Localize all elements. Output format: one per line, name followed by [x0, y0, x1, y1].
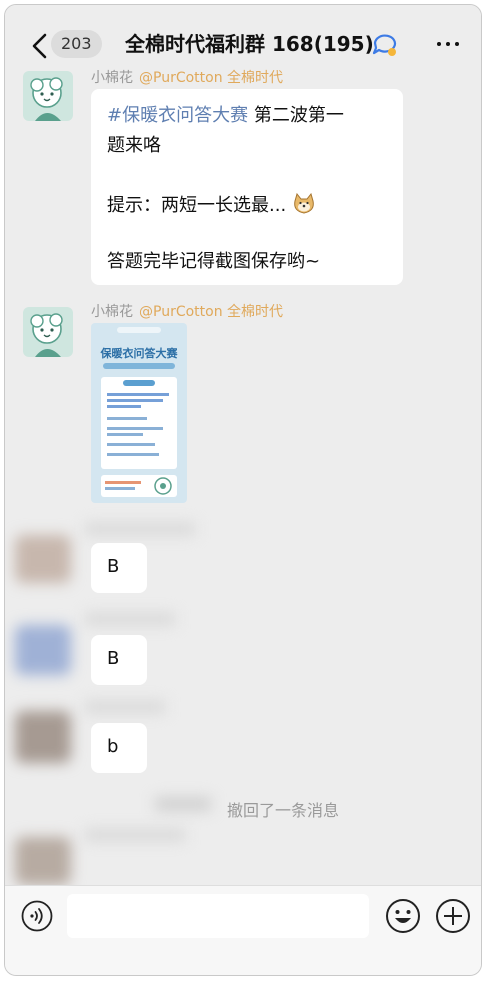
avatar[interactable]: [23, 71, 73, 121]
sender-label: 小棉花: [91, 304, 133, 320]
sender-name: [85, 523, 195, 535]
avatar[interactable]: [15, 711, 71, 763]
avatar[interactable]: [15, 837, 71, 885]
poster-graphic: [101, 327, 177, 497]
unread-count-badge[interactable]: 203: [51, 30, 102, 58]
sender-handle: @PurCotton 全棉时代: [139, 304, 284, 320]
sender-handle: @PurCotton 全棉时代: [139, 70, 284, 86]
message-bubble[interactable]: #保暖衣问答大赛 第二波第一 题来咯 提示：两短一长选最... 答题完毕记得截图…: [91, 89, 403, 285]
back-arrow-icon[interactable]: [27, 31, 53, 61]
group-title: 全棉时代福利群 168(195): [125, 32, 374, 56]
message-text: 第二波第一: [248, 105, 344, 126]
quiz-poster-image[interactable]: 保暖衣问答大赛: [91, 323, 187, 503]
sender-name: 小棉花 @PurCotton 全棉时代: [91, 67, 283, 87]
message-text: 答题完毕记得截图保存哟~: [107, 251, 321, 272]
doge-emoji-icon: [294, 192, 314, 214]
avatar[interactable]: [15, 535, 71, 583]
hashtag-link[interactable]: #保暖衣问答大赛: [107, 105, 248, 126]
message-text: B: [107, 648, 120, 669]
sender-label: 小棉花: [91, 70, 133, 86]
sender-name: 小棉花 @PurCotton 全棉时代: [91, 301, 283, 321]
message-bubble[interactable]: B: [91, 543, 147, 593]
message-line: 提示：两短一长选最...: [107, 191, 316, 217]
voice-input-icon[interactable]: [21, 900, 53, 932]
message-text: b: [107, 736, 119, 757]
avatar[interactable]: [23, 307, 73, 357]
message-text: 题来咯: [107, 135, 161, 156]
message-bubble[interactable]: b: [91, 723, 147, 773]
message-text: 提示：两短一长选最...: [107, 195, 287, 216]
avatar[interactable]: [15, 625, 71, 675]
chat-header: 203 全棉时代福利群 168(195): [5, 5, 481, 73]
sender-name: [85, 701, 165, 713]
recall-notice: 撤回了一条消息: [5, 797, 481, 821]
emoji-icon[interactable]: [385, 898, 421, 934]
chat-bubble-icon: [372, 34, 397, 56]
chat-screen: 203 全棉时代福利群 168(195) 小棉花 @PurCotton 全棉时代 …: [4, 4, 482, 976]
more-options-icon[interactable]: [431, 29, 465, 59]
message-text: B: [107, 556, 120, 577]
message-input[interactable]: [67, 894, 369, 938]
recall-notice-text: 撤回了一条消息: [226, 801, 339, 820]
sender-name: [85, 829, 185, 841]
input-bar: [5, 885, 481, 975]
add-plus-icon[interactable]: [435, 898, 471, 934]
message-line: #保暖衣问答大赛 第二波第一: [107, 101, 344, 127]
sender-name: [85, 613, 175, 625]
message-bubble[interactable]: B: [91, 635, 147, 685]
